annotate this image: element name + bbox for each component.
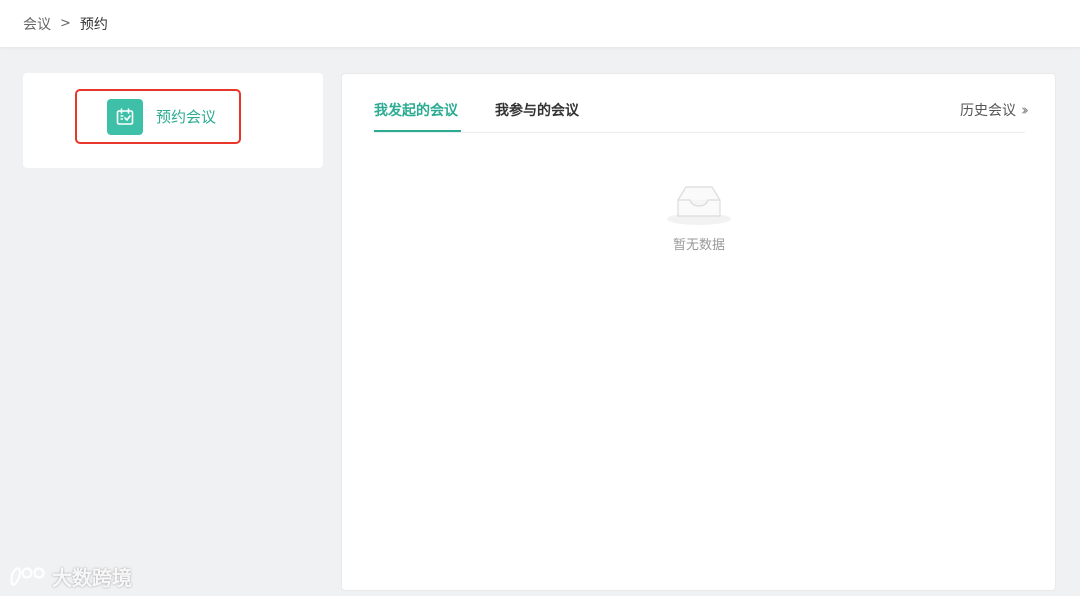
history-meetings-label: 历史会议 [960, 103, 1016, 119]
watermark: 大数跨境 [8, 562, 132, 591]
watermark-text: 大数跨境 [52, 566, 132, 590]
empty-inbox-icon [667, 186, 731, 225]
tab-my-initiated[interactable]: 我发起的会议 [374, 100, 458, 120]
calendar-check-icon [107, 98, 143, 135]
tab-my-participated[interactable]: 我参与的会议 [495, 100, 579, 120]
breadcrumb-separator: > [60, 16, 71, 31]
breadcrumb-item-meetings[interactable]: 会议 [23, 14, 51, 34]
empty-state: 暂无数据 [662, 182, 736, 253]
double-chevron-right-icon: ›› [1021, 101, 1029, 119]
meetings-panel: 我发起的会议 我参与的会议 历史会议 ›› 暂无数据 [341, 73, 1056, 591]
breadcrumb: 会议 > 预约 [0, 0, 1080, 47]
empty-state-text: 暂无数据 [672, 238, 725, 253]
history-meetings-link[interactable]: 历史会议 ›› [960, 100, 1029, 120]
action-panel: 预约会议 [23, 73, 323, 168]
breadcrumb-item-current: 预约 [79, 16, 108, 33]
watermark-logo-icon [10, 566, 45, 586]
meeting-tabs: 我发起的会议 我参与的会议 历史会议 ›› [374, 74, 1029, 133]
book-meeting-button[interactable]: 预约会议 [75, 89, 241, 144]
book-meeting-label: 预约会议 [156, 108, 217, 126]
active-tab-indicator [374, 130, 461, 132]
